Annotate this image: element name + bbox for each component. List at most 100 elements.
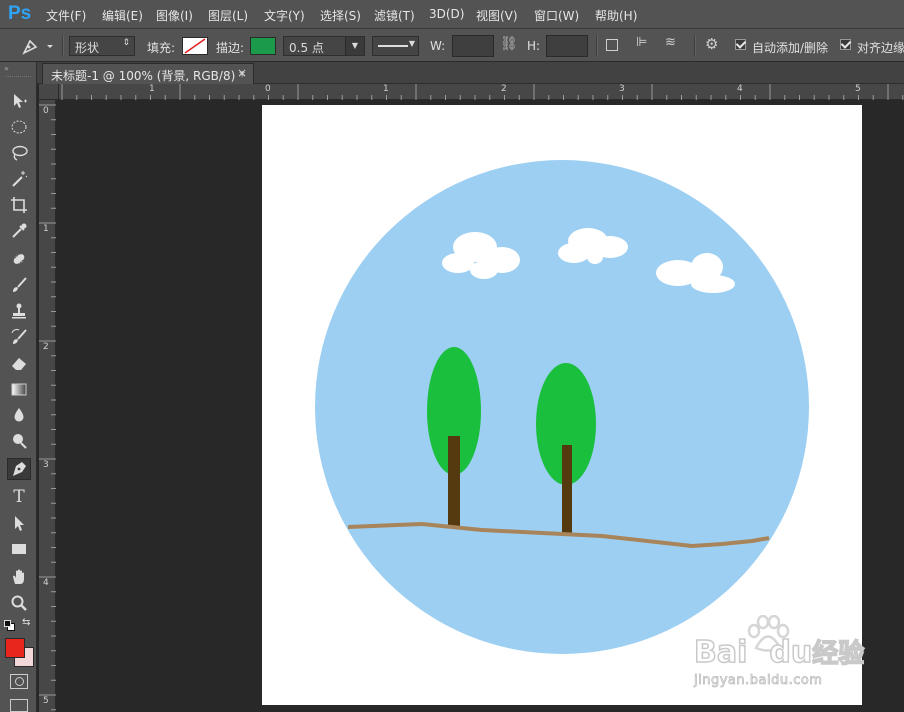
menu-select[interactable]: 选择(S): [320, 7, 361, 24]
gradient-tool[interactable]: [7, 378, 31, 400]
ruler-origin[interactable]: [39, 84, 59, 100]
pen-icon: [13, 462, 26, 476]
separator: [62, 35, 64, 57]
bandage-icon: [13, 254, 25, 264]
separator: [596, 35, 598, 57]
stroke-swatch[interactable]: [250, 37, 276, 55]
dropdown-arrow-icon[interactable]: ▼: [345, 37, 364, 55]
gear-icon[interactable]: ⚙: [705, 35, 718, 53]
height-field[interactable]: [546, 35, 588, 57]
move-icon: [14, 94, 27, 108]
no-fill-icon: [184, 38, 206, 54]
default-colors-icon[interactable]: [4, 620, 15, 631]
mode-value: 形状: [75, 41, 100, 55]
chevron-down-icon: ▼: [408, 39, 415, 48]
crop-tool[interactable]: [7, 194, 31, 216]
close-tab-button[interactable]: ×: [237, 66, 247, 80]
history-brush-tool[interactable]: [7, 326, 31, 348]
pen-tool[interactable]: [7, 458, 31, 480]
baidu-watermark: Bai du经验 jingyan.baidu.com: [690, 615, 865, 695]
panel-grip[interactable]: [6, 76, 31, 79]
tool-preset-picker[interactable]: [20, 35, 54, 57]
auto-add-delete-checkbox[interactable]: [735, 39, 746, 50]
horizontal-ruler[interactable]: 1 0 1 2 3 4 5: [59, 84, 904, 100]
blur-tool[interactable]: [7, 404, 31, 426]
path-alignment-icon[interactable]: ⊫: [636, 35, 647, 50]
crop-icon: [11, 197, 27, 213]
separator: [694, 35, 696, 57]
quick-mask-icon: [15, 677, 24, 686]
lasso-tool[interactable]: [7, 142, 31, 164]
align-edges-checkbox[interactable]: [840, 39, 851, 50]
vertical-ruler[interactable]: 0 1 2 3 4 5: [39, 100, 56, 712]
path-arrangement-icon[interactable]: ≋: [665, 35, 676, 50]
path-operations-icon[interactable]: [606, 39, 618, 51]
height-label: H:: [527, 39, 541, 53]
stroke-width-field[interactable]: 0.5 点 ▼: [283, 36, 365, 56]
collapse-icon[interactable]: »: [4, 64, 9, 73]
document-tab[interactable]: 未标题-1 @ 100% (背景, RGB/8) * ×: [42, 63, 254, 84]
link-icon[interactable]: ⛓: [500, 36, 518, 52]
fill-swatch[interactable]: [182, 37, 208, 55]
menu-help[interactable]: 帮助(H): [595, 7, 637, 24]
menu-edit[interactable]: 编辑(E): [102, 7, 143, 24]
mode-dropdown[interactable]: 形状 ⇕: [69, 36, 135, 56]
path-selection-tool[interactable]: [7, 512, 31, 534]
ruler-label: 1: [383, 84, 389, 94]
tools-panel: » T ⇆: [0, 62, 37, 712]
swap-colors-icon[interactable]: ⇆: [22, 617, 30, 628]
ruler-label: 3: [43, 460, 49, 470]
width-field[interactable]: [452, 35, 494, 57]
menu-file[interactable]: 文件(F): [46, 7, 86, 24]
menu-window[interactable]: 窗口(W): [534, 7, 579, 24]
eyedropper-tool[interactable]: [7, 220, 31, 242]
ruler-label: 0: [43, 106, 49, 116]
rectangle-tool[interactable]: [7, 538, 31, 560]
ruler-label: 5: [855, 84, 861, 94]
zoom-icon: [11, 595, 27, 611]
type-tool[interactable]: T: [7, 486, 31, 508]
watermark-brand-du: du: [769, 634, 813, 671]
lasso-icon: [12, 145, 28, 161]
menu-3d[interactable]: 3D(D): [429, 7, 464, 21]
eyedropper-icon: [12, 223, 27, 238]
foreground-color-swatch[interactable]: [5, 638, 25, 658]
dodge-icon: [13, 434, 27, 449]
ruler-label: 5: [43, 696, 49, 706]
photoshop-logo: Ps: [8, 3, 32, 24]
hand-tool[interactable]: [7, 566, 31, 588]
width-label: W:: [430, 39, 446, 53]
screen-mode-button[interactable]: [10, 699, 28, 712]
path-select-icon: [15, 516, 24, 531]
options-bar: 形状 ⇕ 填充: 描边: 0.5 点 ▼ ▼ W: ⛓ H: ⊫ ≋ ⚙ 自动添…: [0, 28, 904, 62]
clone-stamp-tool[interactable]: [7, 300, 31, 322]
ruler-label: 1: [149, 84, 155, 94]
menu-filter[interactable]: 滤镜(T): [374, 7, 415, 24]
menu-view[interactable]: 视图(V): [476, 7, 518, 24]
stroke-label: 描边:: [216, 41, 245, 55]
menu-type[interactable]: 文字(Y): [264, 7, 305, 24]
brush-icon: [13, 277, 27, 292]
fill-label: 填充:: [147, 41, 176, 55]
gradient-icon: [11, 383, 27, 396]
healing-brush-tool[interactable]: [7, 248, 31, 270]
menu-layer[interactable]: 图层(L): [208, 7, 248, 24]
magic-wand-tool[interactable]: [7, 168, 31, 190]
type-icon: T: [13, 487, 25, 507]
ruler-label: 2: [501, 84, 507, 94]
zoom-tool[interactable]: [7, 592, 31, 614]
watermark-url: jingyan.baidu.com: [694, 673, 823, 689]
quick-mask-button[interactable]: [10, 674, 28, 689]
brush-tool[interactable]: [7, 274, 31, 296]
stroke-type-dropdown[interactable]: ▼: [372, 36, 419, 56]
marquee-tool[interactable]: [7, 116, 31, 138]
ruler-label: 4: [43, 578, 49, 588]
history-brush-icon: [11, 329, 27, 344]
eraser-tool[interactable]: [7, 352, 31, 374]
move-tool[interactable]: [7, 90, 31, 112]
stamp-icon: [12, 303, 26, 319]
vertical-ruler-ticks: [39, 104, 56, 711]
dodge-tool[interactable]: [7, 430, 31, 452]
tree-left-trunk: [448, 436, 460, 526]
menu-image[interactable]: 图像(I): [156, 7, 193, 24]
